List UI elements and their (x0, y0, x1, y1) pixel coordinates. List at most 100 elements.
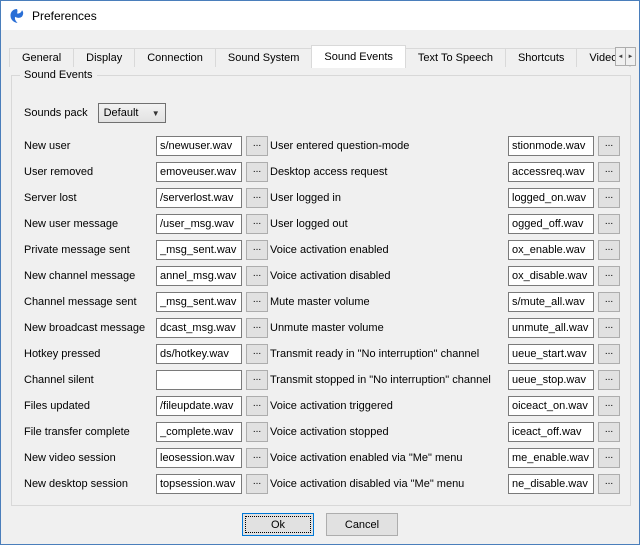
sound-file-input[interactable] (156, 136, 242, 156)
sound-file-input[interactable] (508, 318, 594, 338)
sound-file-input[interactable] (508, 370, 594, 390)
sound-event-label: New video session (24, 452, 152, 464)
browse-button[interactable]: ... (246, 422, 268, 442)
sound-event-row: Voice activation triggered... (270, 393, 620, 419)
sound-event-row: Voice activation enabled via "Me" menu..… (270, 445, 620, 471)
ok-button[interactable]: Ok (242, 513, 314, 536)
browse-button[interactable]: ... (246, 448, 268, 468)
browse-button[interactable]: ... (246, 214, 268, 234)
browse-button[interactable]: ... (598, 214, 620, 234)
tab-shortcuts[interactable]: Shortcuts (505, 48, 577, 67)
sound-file-input[interactable] (156, 396, 242, 416)
browse-button[interactable]: ... (598, 240, 620, 260)
sound-file-input[interactable] (508, 240, 594, 260)
sound-file-input[interactable] (508, 344, 594, 364)
browse-button[interactable]: ... (246, 396, 268, 416)
sound-event-label: New user (24, 140, 152, 152)
sound-file-input[interactable] (508, 162, 594, 182)
sound-event-row: New user message... (24, 211, 274, 237)
browse-button[interactable]: ... (246, 344, 268, 364)
chevron-down-icon: ▼ (152, 109, 160, 118)
sound-event-label: Transmit ready in "No interruption" chan… (270, 348, 504, 360)
titlebar: Preferences (1, 1, 639, 30)
tab-connection[interactable]: Connection (134, 48, 216, 67)
sound-file-input[interactable] (508, 474, 594, 494)
sound-event-row: Channel silent... (24, 367, 274, 393)
sound-file-input[interactable] (156, 266, 242, 286)
sound-event-label: Channel message sent (24, 296, 152, 308)
sound-event-row: Files updated... (24, 393, 274, 419)
browse-button[interactable]: ... (246, 240, 268, 260)
browse-button[interactable]: ... (246, 474, 268, 494)
sound-event-row: User entered question-mode... (270, 133, 620, 159)
sound-file-input[interactable] (156, 474, 242, 494)
sound-file-input[interactable] (156, 214, 242, 234)
sound-event-label: Hotkey pressed (24, 348, 152, 360)
cancel-button[interactable]: Cancel (326, 513, 398, 536)
sound-event-row: Hotkey pressed... (24, 341, 274, 367)
sound-file-input[interactable] (508, 136, 594, 156)
sound-event-row: File transfer complete... (24, 419, 274, 445)
sound-file-input[interactable] (508, 214, 594, 234)
browse-button[interactable]: ... (246, 318, 268, 338)
browse-button[interactable]: ... (598, 474, 620, 494)
dialog-footer: Ok Cancel (1, 513, 639, 536)
tab-sound-system[interactable]: Sound System (215, 48, 313, 67)
sound-file-input[interactable] (508, 396, 594, 416)
browse-button[interactable]: ... (598, 344, 620, 364)
sound-file-input[interactable] (156, 370, 242, 390)
sound-event-label: Unmute master volume (270, 322, 504, 334)
sound-file-input[interactable] (156, 318, 242, 338)
browse-button[interactable]: ... (246, 136, 268, 156)
tab-sound-events[interactable]: Sound Events (311, 45, 406, 68)
sound-event-row: New desktop session... (24, 471, 274, 497)
sound-event-label: Voice activation stopped (270, 426, 504, 438)
tab-text-to-speech[interactable]: Text To Speech (405, 48, 506, 67)
sound-event-label: Channel silent (24, 374, 152, 386)
browse-button[interactable]: ... (246, 266, 268, 286)
sound-file-input[interactable] (156, 422, 242, 442)
browse-button[interactable]: ... (598, 292, 620, 312)
browse-button[interactable]: ... (246, 292, 268, 312)
browse-button[interactable]: ... (598, 396, 620, 416)
sound-file-input[interactable] (508, 266, 594, 286)
sound-event-label: Files updated (24, 400, 152, 412)
sound-event-row: Voice activation enabled... (270, 237, 620, 263)
sound-file-input[interactable] (508, 292, 594, 312)
browse-button[interactable]: ... (246, 188, 268, 208)
tab-display[interactable]: Display (73, 48, 135, 67)
browse-button[interactable]: ... (598, 162, 620, 182)
sound-event-label: User removed (24, 166, 152, 178)
browse-button[interactable]: ... (246, 370, 268, 390)
sound-event-label: Server lost (24, 192, 152, 204)
browse-button[interactable]: ... (598, 318, 620, 338)
tab-general[interactable]: General (9, 48, 74, 67)
browse-button[interactable]: ... (598, 370, 620, 390)
sound-event-row: User removed... (24, 159, 274, 185)
browse-button[interactable]: ... (598, 266, 620, 286)
sound-file-input[interactable] (156, 162, 242, 182)
tab-bar: GeneralDisplayConnectionSound SystemSoun… (9, 45, 630, 67)
sounds-pack-select[interactable]: Default ▼ (98, 103, 166, 123)
sound-event-row: Transmit stopped in "No interruption" ch… (270, 367, 620, 393)
sound-file-input[interactable] (156, 292, 242, 312)
browse-button[interactable]: ... (598, 422, 620, 442)
sound-file-input[interactable] (508, 448, 594, 468)
sound-event-row: Server lost... (24, 185, 274, 211)
sound-event-label: Voice activation enabled (270, 244, 504, 256)
browse-button[interactable]: ... (598, 188, 620, 208)
sound-event-label: Voice activation enabled via "Me" menu (270, 452, 504, 464)
sound-file-input[interactable] (156, 344, 242, 364)
browse-button[interactable]: ... (598, 448, 620, 468)
sound-event-label: User entered question-mode (270, 140, 504, 152)
tab-scroll-right-icon[interactable]: ► (625, 47, 636, 66)
sound-event-label: New desktop session (24, 478, 152, 490)
sound-file-input[interactable] (156, 188, 242, 208)
sound-event-label: Voice activation disabled via "Me" menu (270, 478, 504, 490)
sound-file-input[interactable] (156, 448, 242, 468)
browse-button[interactable]: ... (246, 162, 268, 182)
sound-file-input[interactable] (508, 188, 594, 208)
sound-file-input[interactable] (156, 240, 242, 260)
browse-button[interactable]: ... (598, 136, 620, 156)
sound-file-input[interactable] (508, 422, 594, 442)
